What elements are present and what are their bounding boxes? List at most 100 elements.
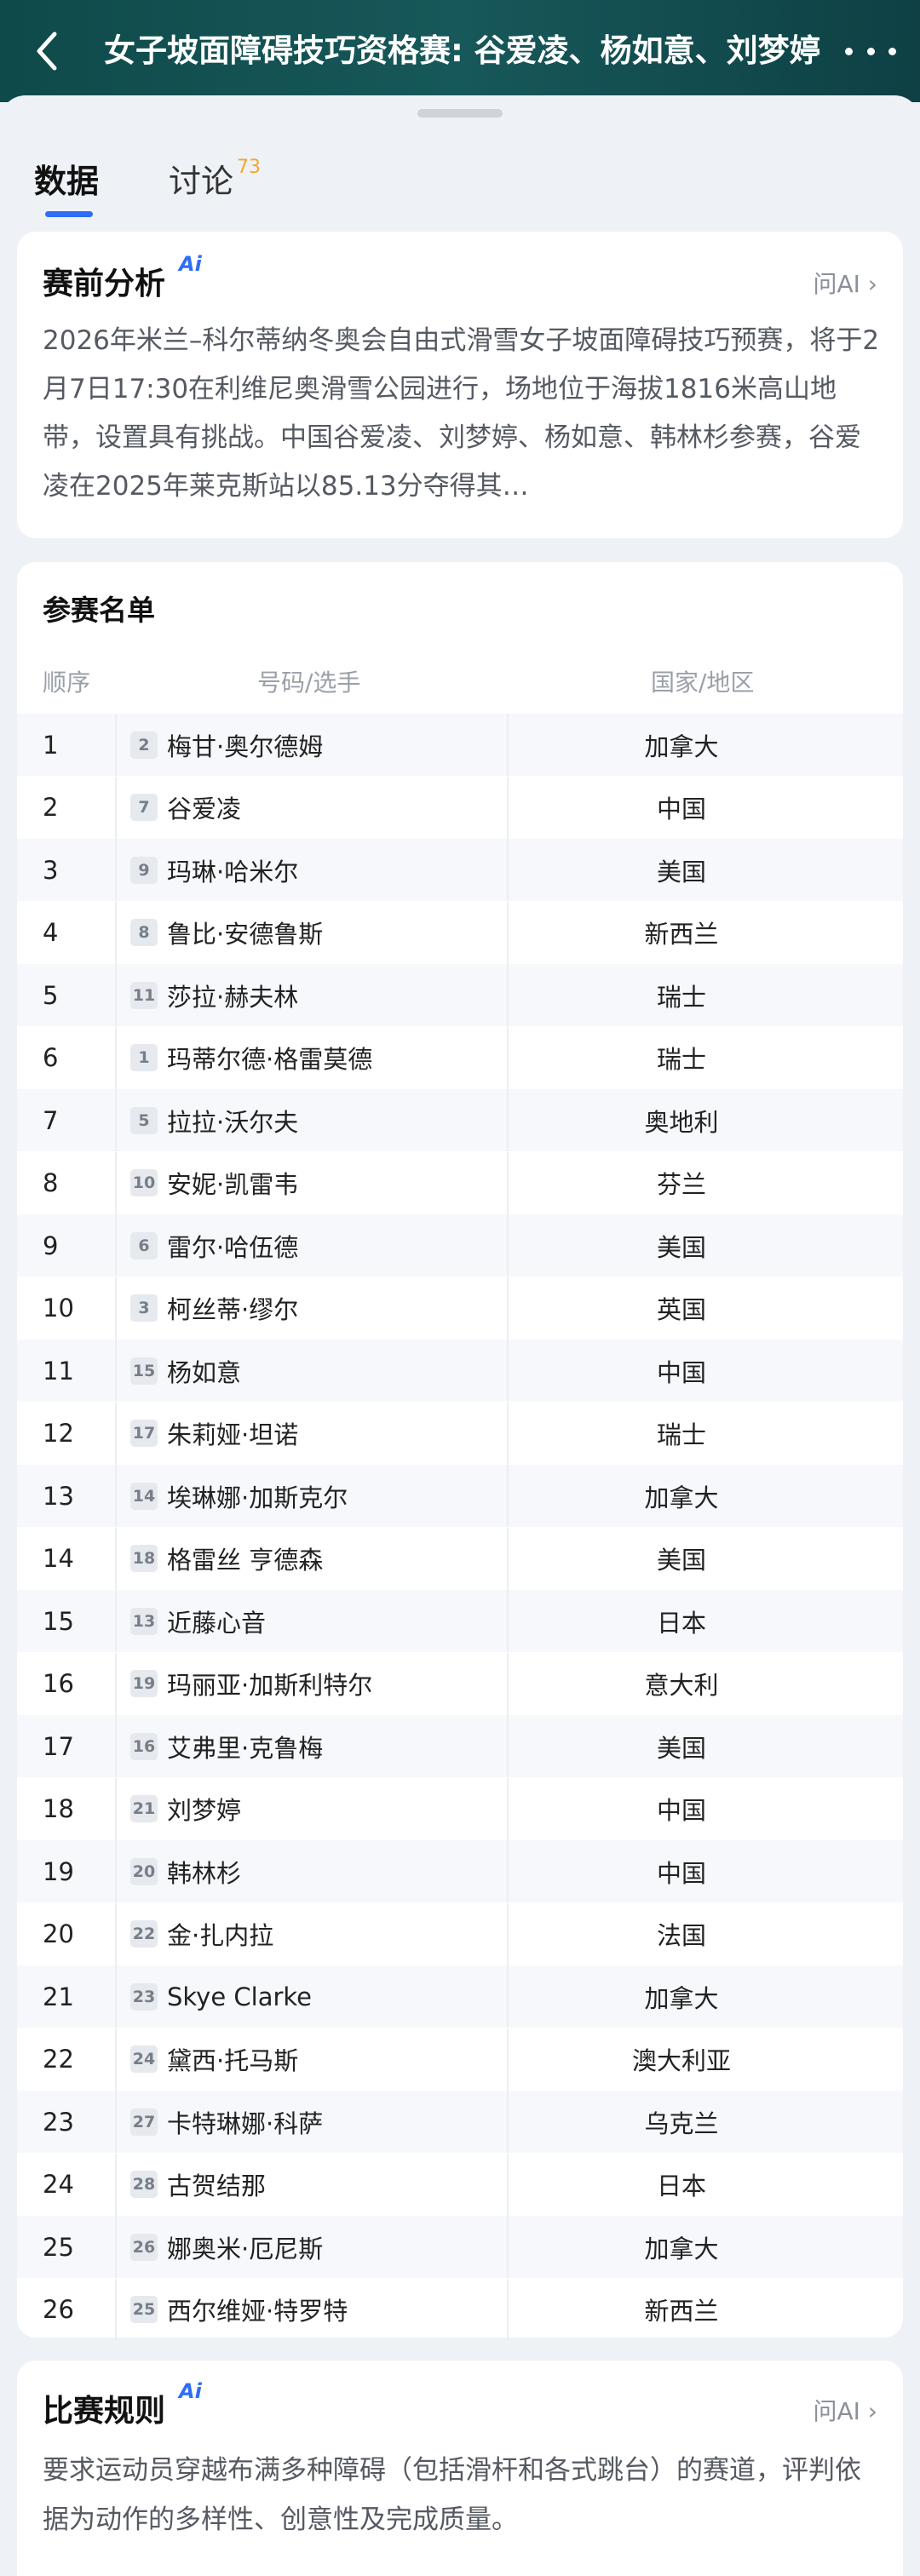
rank-cell: 2 xyxy=(43,793,59,822)
bib-number-badge: 24 xyxy=(130,2045,158,2073)
back-button[interactable] xyxy=(0,0,94,102)
rank-cell: 9 xyxy=(43,1231,59,1260)
column-divider xyxy=(115,1840,117,1902)
player-name: 雷尔·哈伍德 xyxy=(167,1232,299,1262)
rank-cell: 24 xyxy=(43,2170,74,2199)
table-row[interactable]: 7 5 拉拉·沃尔夫 奥地利 xyxy=(17,1089,903,1151)
player-name: 杨如意 xyxy=(167,1357,242,1387)
rank-cell: 20 xyxy=(43,1919,74,1948)
bib-number-badge: 8 xyxy=(130,919,158,946)
bib-number-badge: 22 xyxy=(130,1920,158,1948)
rank-cell: 8 xyxy=(43,1168,59,1197)
table-row[interactable]: 11 15 杨如意 中国 xyxy=(17,1340,903,1402)
pre-match-analysis-card: 赛前分析 Ai 问AI › 2026年米兰–科尔蒂纳冬奥会自由式滑雪女子坡面障碍… xyxy=(17,232,903,538)
table-row[interactable]: 3 9 玛琳·哈米尔 美国 xyxy=(17,839,903,901)
column-divider xyxy=(507,1465,509,1527)
country-cell: 瑞士 xyxy=(656,982,706,1012)
column-divider xyxy=(507,1026,509,1089)
column-divider xyxy=(115,1902,117,1965)
column-divider xyxy=(115,776,117,839)
player-name: 梅甘·奥尔德姆 xyxy=(167,731,324,761)
country-cell: 日本 xyxy=(656,2172,706,2200)
tab-data[interactable]: 数据 xyxy=(34,160,99,203)
table-row[interactable]: 14 18 格雷丝 亨德森 美国 xyxy=(17,1527,903,1590)
bib-number-badge: 9 xyxy=(130,856,158,884)
table-row[interactable]: 9 6 雷尔·哈伍德 美国 xyxy=(17,1214,903,1277)
ask-ai-button[interactable]: 问AI › xyxy=(813,2393,877,2427)
player-name: 拉拉·沃尔夫 xyxy=(167,1107,299,1137)
bib-number-badge: 20 xyxy=(130,1857,158,1885)
column-divider xyxy=(115,1652,117,1715)
table-row[interactable]: 6 1 玛蒂尔德·格雷莫德 瑞士 xyxy=(17,1026,903,1089)
column-divider xyxy=(115,1527,117,1590)
table-row[interactable]: 12 17 朱莉娅·坦诺 瑞士 xyxy=(17,1402,903,1465)
rank-cell: 17 xyxy=(43,1731,74,1761)
rank-cell: 7 xyxy=(43,1105,59,1135)
analysis-title: 赛前分析 xyxy=(43,267,166,301)
ask-ai-button[interactable]: 问AI › xyxy=(813,266,877,300)
player-name: 安妮·凯雷韦 xyxy=(167,1170,299,1199)
country-cell: 加拿大 xyxy=(644,2234,719,2263)
column-divider xyxy=(115,839,117,901)
table-row[interactable]: 1 2 梅甘·奥尔德姆 加拿大 xyxy=(17,714,903,776)
table-row[interactable]: 22 24 黛西·托马斯 澳大利亚 xyxy=(17,2028,903,2091)
column-divider xyxy=(507,1902,509,1965)
player-name: 柯丝蒂·缪尔 xyxy=(167,1295,299,1324)
rank-cell: 11 xyxy=(43,1356,74,1386)
table-row[interactable]: 20 22 金·扎内拉 法国 xyxy=(17,1902,903,1965)
chevron-left-icon xyxy=(37,32,57,71)
country-cell: 新西兰 xyxy=(644,920,719,949)
table-row[interactable]: 17 16 艾弗里·克鲁梅 美国 xyxy=(17,1715,903,1777)
table-row[interactable]: 4 8 鲁比·安德鲁斯 新西兰 xyxy=(17,901,903,964)
table-row[interactable]: 13 14 埃琳娜·加斯克尔 加拿大 xyxy=(17,1465,903,1527)
page-title: 女子坡面障碍技巧资格赛: 谷爱凌、杨如意、刘梦婷 xyxy=(104,32,819,69)
table-row[interactable]: 18 21 刘梦婷 中国 xyxy=(17,1777,903,1840)
table-row[interactable]: 25 26 娜奥米·厄尼斯 加拿大 xyxy=(17,2216,903,2278)
column-divider xyxy=(115,2028,117,2091)
more-dots-icon xyxy=(845,47,853,55)
table-row[interactable]: 24 28 古贺结那 日本 xyxy=(17,2153,903,2216)
roster-card: 参赛名单 顺序 号码/选手 国家/地区 1 2 梅甘·奥尔德姆 加拿大 2 7 谷爱凌 中国 3… xyxy=(17,562,903,2341)
column-divider xyxy=(115,1026,117,1089)
country-cell: 中国 xyxy=(656,1357,706,1387)
bib-number-badge: 11 xyxy=(130,981,158,1009)
rank-cell: 5 xyxy=(43,980,59,1010)
table-row[interactable]: 15 13 近藤心音 日本 xyxy=(17,1590,903,1652)
tab-discuss[interactable]: 讨论 xyxy=(169,160,233,203)
table-row[interactable]: 26 25 西尔维娅·特罗特 新西兰 xyxy=(17,2278,903,2341)
discuss-count-badge: 73 xyxy=(237,157,261,178)
column-divider xyxy=(507,2216,509,2278)
column-divider xyxy=(507,1840,509,1902)
bib-number-badge: 27 xyxy=(130,2108,158,2136)
column-divider xyxy=(507,2153,509,2216)
ask-ai-label: 问AI xyxy=(813,270,860,298)
player-name: 莎拉·赫夫林 xyxy=(167,982,299,1012)
ai-badge: Ai xyxy=(179,2379,202,2403)
table-row[interactable]: 5 11 莎拉·赫夫林 瑞士 xyxy=(17,964,903,1026)
more-button[interactable] xyxy=(845,34,896,68)
column-divider xyxy=(507,1340,509,1402)
column-divider xyxy=(115,1465,117,1527)
player-name: 刘梦婷 xyxy=(167,1796,242,1825)
rank-cell: 6 xyxy=(43,1043,59,1072)
drag-handle[interactable] xyxy=(417,109,503,118)
country-cell: 中国 xyxy=(656,1796,706,1825)
table-row[interactable]: 16 19 玛丽亚·加斯利特尔 意大利 xyxy=(17,1652,903,1715)
column-divider xyxy=(507,1402,509,1465)
table-row[interactable]: 10 3 柯丝蒂·缪尔 英国 xyxy=(17,1277,903,1340)
rank-cell: 16 xyxy=(43,1669,74,1698)
rank-cell: 1 xyxy=(43,730,59,760)
table-row[interactable]: 2 7 谷爱凌 中国 xyxy=(17,776,903,839)
player-name: 艾弗里·克鲁梅 xyxy=(167,1733,324,1763)
bib-number-badge: 5 xyxy=(130,1106,158,1134)
column-divider xyxy=(507,2278,509,2341)
table-row[interactable]: 21 23 Skye Clarke 加拿大 xyxy=(17,1965,903,2028)
rank-cell: 26 xyxy=(43,2295,74,2324)
column-divider xyxy=(507,1777,509,1840)
table-row[interactable]: 19 20 韩林杉 中国 xyxy=(17,1840,903,1902)
country-cell: 美国 xyxy=(656,1733,706,1763)
column-divider xyxy=(115,901,117,964)
table-row[interactable]: 23 27 卡特琳娜·科萨 乌克兰 xyxy=(17,2091,903,2153)
bib-number-badge: 3 xyxy=(130,1294,158,1322)
table-row[interactable]: 8 10 安妮·凯雷韦 芬兰 xyxy=(17,1151,903,1214)
